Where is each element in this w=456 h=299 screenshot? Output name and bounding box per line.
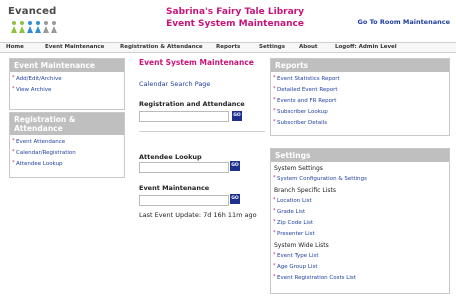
bullet-icon: * — [12, 138, 15, 144]
system-name: Event System Maintenance — [166, 19, 304, 29]
calendar-search-link[interactable]: Calendar Search Page — [139, 80, 210, 88]
presenter-list-link[interactable]: * Presenter List — [271, 229, 449, 240]
nav-settings[interactable]: Settings — [259, 44, 285, 50]
event-statistics-report-link[interactable]: * Event Statistics Report — [271, 74, 449, 85]
registration-go-button[interactable]: GO — [232, 111, 242, 121]
library-name: Sabrina's Fairy Tale Library — [166, 7, 304, 17]
event-type-list-link[interactable]: * Event Type List — [271, 251, 449, 262]
attendee-lookup-input[interactable] — [139, 162, 229, 173]
bullet-icon: * — [273, 230, 276, 236]
attendee-go-button[interactable]: GO — [230, 161, 240, 171]
event-attendance-link[interactable]: * Event Attendance — [10, 137, 124, 148]
top-nav: Home Event Maintenance Registration & At… — [0, 42, 456, 53]
system-settings-heading: System Settings — [274, 165, 323, 172]
view-archive-link[interactable]: * View Archive — [10, 85, 124, 96]
event-maintenance-input[interactable] — [139, 195, 229, 206]
panel-title: Event Maintenance — [10, 59, 124, 72]
event-maintenance-label: Event Maintenance — [139, 184, 210, 192]
bullet-icon: * — [273, 219, 276, 225]
nav-registration-attendance[interactable]: Registration & Attendance — [120, 44, 203, 50]
location-list-link[interactable]: * Location List — [271, 196, 449, 207]
events-fr-report-link[interactable]: * Events and FR Report — [271, 96, 449, 107]
nav-reports[interactable]: Reports — [216, 44, 240, 50]
bullet-icon: * — [12, 149, 15, 155]
bullet-icon: * — [273, 263, 276, 269]
people-icon — [11, 21, 57, 33]
registration-search-input[interactable] — [139, 111, 229, 122]
bullet-icon: * — [12, 86, 15, 92]
nav-event-maintenance[interactable]: Event Maintenance — [45, 44, 104, 50]
system-wide-lists-heading: System Wide Lists — [274, 242, 329, 249]
bullet-icon: * — [12, 160, 15, 166]
bullet-icon: * — [273, 208, 276, 214]
bullet-icon: * — [273, 274, 276, 280]
calendar-registration-link[interactable]: * Calendar/Registration — [10, 148, 124, 159]
content-title: Event System Maintenance — [139, 58, 254, 67]
page-title: Sabrina's Fairy Tale Library Event Syste… — [150, 6, 320, 30]
subscriber-lookup-link[interactable]: * Subscriber Lookup — [271, 107, 449, 118]
zip-code-list-link[interactable]: * Zip Code List — [271, 218, 449, 229]
nav-home[interactable]: Home — [6, 44, 24, 50]
registration-attendance-panel: Registration & Attendance * Event Attenda… — [9, 112, 125, 178]
panel-title: Registration & Attendance — [10, 113, 124, 135]
registration-attendance-label: Registration and Attendance — [139, 100, 245, 108]
evanced-logo[interactable]: Evanced — [8, 6, 60, 36]
bullet-icon: * — [273, 119, 276, 125]
bullet-icon: * — [273, 108, 276, 114]
reports-panel: Reports * Event Statistics Report * Detail… — [270, 58, 450, 136]
nav-about[interactable]: About — [299, 44, 318, 50]
age-group-list-link[interactable]: * Age Group List — [271, 262, 449, 273]
bullet-icon: * — [273, 86, 276, 92]
logo-text: Evanced — [8, 6, 57, 17]
attendee-lookup-label: Attendee Lookup — [139, 153, 202, 161]
bullet-icon: * — [12, 75, 15, 81]
add-edit-archive-link[interactable]: * Add/Edit/Archive — [10, 74, 124, 85]
divider — [139, 131, 265, 132]
bullet-icon: * — [273, 197, 276, 203]
panel-title: Settings — [271, 149, 449, 162]
system-configuration-link[interactable]: * System Configuration & Settings — [271, 174, 449, 185]
event-go-button[interactable]: GO — [230, 194, 240, 204]
panel-title: Reports — [271, 59, 449, 72]
branch-lists-heading: Branch Specific Lists — [274, 187, 336, 194]
event-registration-costs-link[interactable]: * Event Registration Costs List — [271, 273, 449, 284]
bullet-icon: * — [273, 97, 276, 103]
last-event-update: Last Event Update: 7d 16h 11m ago — [139, 211, 257, 219]
bullet-icon: * — [273, 75, 276, 81]
settings-panel: Settings System Settings * System Configu… — [270, 148, 450, 294]
page-header: Evanced Sabrina's Fairy Tale Library Eve… — [0, 0, 456, 40]
bullet-icon: * — [273, 252, 276, 258]
event-maintenance-panel: Event Maintenance * Add/Edit/Archive * Vie… — [9, 58, 125, 110]
bullet-icon: * — [273, 175, 276, 181]
grade-list-link[interactable]: * Grade List — [271, 207, 449, 218]
go-to-room-maintenance-link[interactable]: Go To Room Maintenance — [358, 18, 450, 26]
nav-logoff[interactable]: Logoff: Admin Level — [335, 44, 397, 50]
attendee-lookup-link[interactable]: * Attendee Lookup — [10, 159, 124, 170]
subscriber-details-link[interactable]: * Subscriber Details — [271, 118, 449, 129]
detailed-event-report-link[interactable]: * Detailed Event Report — [271, 85, 449, 96]
